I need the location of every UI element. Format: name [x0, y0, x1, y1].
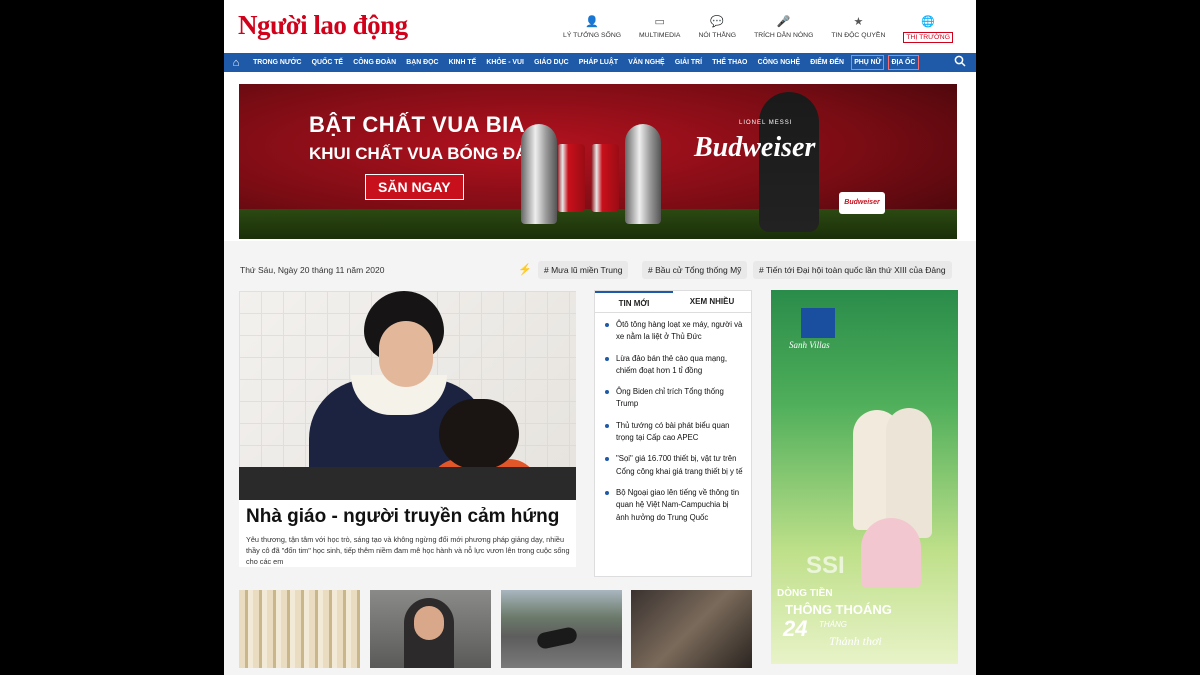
ad-logo-text: Sanh Villas — [789, 340, 830, 350]
ad-slogan: Thảnh thơi — [829, 634, 882, 648]
star-icon: ★ — [853, 16, 864, 28]
banner-subheadline: KHUI CHẤT VUA BÓNG ĐÁ — [309, 144, 528, 163]
can-image — [591, 144, 619, 212]
nav-trong-nuoc[interactable]: TRONG NƯỚC — [248, 53, 307, 72]
lead-title[interactable]: Nhà giáo - người truyền cảm hứng — [246, 506, 559, 528]
trending-tag[interactable]: # Tiến tới Đại hội toàn quốc lần thứ XII… — [753, 261, 952, 279]
trending-tag[interactable]: # Mưa lũ miền Trung — [538, 261, 629, 279]
banner-cta-button[interactable]: SĂN NGAY — [365, 174, 464, 200]
news-item[interactable]: Thủ tướng có bài phát biểu quan trọng tạ… — [605, 420, 743, 445]
nav-phap-luat[interactable]: PHÁP LUẬT — [574, 53, 624, 72]
story-thumbnail[interactable] — [501, 590, 622, 668]
search-icon[interactable] — [954, 55, 966, 70]
home-icon[interactable]: ⌂ — [224, 53, 248, 72]
nav-quoc-te[interactable]: QUỐC TẾ — [307, 53, 349, 72]
thumb-motorbike — [535, 626, 579, 650]
ad-slogan: THÔNG THOÁNG — [785, 602, 892, 617]
nav-dia-oc[interactable]: ĐỊA ỐC — [886, 53, 920, 72]
nav-kinh-te[interactable]: KINH TẾ — [444, 53, 482, 72]
trophy-image — [625, 124, 661, 224]
toplink-trich-dan-nong[interactable]: 🎤 TRÍCH DẪN NÓNG — [745, 14, 822, 43]
nav-giao-duc[interactable]: GIÁO DỤC — [529, 53, 574, 72]
banner-brand: Budweiser — [694, 132, 816, 163]
top-links: 👤 LÝ TƯỞNG SỐNG ▭ MULTIMEDIA 💬 NÓI THẲNG… — [554, 14, 962, 43]
toplink-label: TIN ĐỘC QUYỀN — [831, 32, 886, 39]
toplink-noi-thang[interactable]: 💬 NÓI THẲNG — [689, 14, 745, 43]
ad-watermark: SSI — [806, 552, 845, 579]
toplink-multimedia[interactable]: ▭ MULTIMEDIA — [630, 14, 689, 43]
banner-headline: BẬT CHẤT VUA BIA — [309, 112, 526, 137]
toplink-label: LÝ TƯỞNG SỐNG — [563, 32, 622, 39]
nav-phu-nu[interactable]: PHỤ NỮ — [849, 53, 886, 72]
toplink-tin-doc-quyen[interactable]: ★ TIN ĐỘC QUYỀN — [822, 14, 894, 43]
toplink-label: MULTIMEDIA — [639, 32, 681, 39]
main-nav: ⌂ TRONG NƯỚC QUỐC TẾ CÔNG ĐOÀN BẠN ĐỌC K… — [224, 53, 976, 72]
monitor-icon: ▭ — [654, 16, 665, 28]
toplink-label: THỊ TRƯỜNG — [903, 32, 953, 43]
nav-van-nghe[interactable]: VĂN NGHỆ — [623, 53, 670, 72]
microphone-icon: 🎤 — [776, 16, 791, 28]
lead-image[interactable] — [239, 291, 576, 500]
bolt-icon: ⚡ — [518, 264, 532, 276]
news-tabs: TIN MỚI XEM NHIỀU Ôtô tông hàng loạt xe … — [594, 290, 752, 577]
story-thumbnail[interactable] — [631, 590, 752, 668]
toplink-ly-tuong-song[interactable]: 👤 LÝ TƯỞNG SỐNG — [554, 14, 630, 43]
can-image — [557, 144, 585, 212]
tab-xem-nhieu[interactable]: XEM NHIỀU — [673, 291, 751, 312]
story-thumbnail[interactable] — [239, 590, 360, 668]
tab-tin-moi[interactable]: TIN MỚI — [595, 291, 673, 312]
user-icon: 👤 — [585, 16, 599, 28]
nav-the-thao[interactable]: THỂ THAO — [707, 53, 752, 72]
banner-ad[interactable]: BẬT CHẤT VUA BIA KHUI CHẤT VUA BÓNG ĐÁ S… — [239, 84, 957, 239]
page: Người lao động 👤 LÝ TƯỞNG SỐNG ▭ MULTIME… — [224, 0, 976, 675]
ad-logo-icon — [801, 308, 835, 338]
current-date: Thứ Sáu, Ngày 20 tháng 11 năm 2020 — [240, 265, 385, 275]
nav-khoe-vui[interactable]: KHỎE - VUI — [481, 53, 529, 72]
tab-bar: TIN MỚI XEM NHIỀU — [595, 291, 751, 313]
ad-number: 24 — [783, 616, 808, 641]
lead-story[interactable]: Nhà giáo - người truyền cảm hứng Yêu thư… — [239, 291, 576, 567]
table — [239, 467, 576, 500]
nav-giai-tri[interactable]: GIẢI TRÍ — [670, 53, 707, 72]
player-name: LIONEL MESSI — [739, 120, 793, 126]
nav-cong-doan[interactable]: CÔNG ĐOÀN — [348, 53, 401, 72]
sidebar-ad[interactable]: Sanh Villas SSI DÒNG TIỀN THÔNG THOÁNG 2… — [771, 290, 958, 664]
globe-icon: 🌐 — [921, 16, 936, 28]
lead-summary: Yêu thương, tận tâm với học trò, sáng tạ… — [246, 535, 570, 566]
news-item[interactable]: Ông Biden chỉ trích Tổng thống Trump — [605, 386, 743, 411]
toplink-label: NÓI THẲNG — [698, 32, 737, 39]
news-item[interactable]: Bộ Ngoại giao lên tiếng về thông tin qua… — [605, 487, 743, 524]
ad-child — [861, 518, 921, 588]
ad-slogan: THÁNG — [819, 620, 847, 629]
nav-cong-nghe[interactable]: CÔNG NGHỆ — [753, 53, 806, 72]
news-list: Ôtô tông hàng loạt xe máy, người và xe n… — [595, 313, 751, 524]
figure-hair — [439, 399, 519, 469]
news-item[interactable]: Lừa đảo bán thẻ cào qua mạng, chiếm đoạt… — [605, 353, 743, 378]
chat-icon: 💬 — [710, 16, 725, 28]
toplink-label: TRÍCH DẪN NÓNG — [754, 32, 814, 39]
thumb-face — [414, 606, 444, 640]
toplink-thi-truong[interactable]: 🌐 THỊ TRƯỜNG — [894, 14, 962, 43]
nav-diem-den[interactable]: ĐIỂM ĐẾN — [805, 53, 849, 72]
story-thumbnail[interactable] — [370, 590, 491, 668]
news-item[interactable]: Ôtô tông hàng loạt xe máy, người và xe n… — [605, 319, 743, 344]
ad-slogan: DÒNG TIỀN — [777, 588, 833, 599]
site-logo[interactable]: Người lao động — [238, 10, 408, 41]
trophy-image — [521, 124, 557, 224]
figure-face — [379, 321, 433, 387]
header: Người lao động 👤 LÝ TƯỞNG SỐNG ▭ MULTIME… — [224, 0, 976, 53]
trending-tag[interactable]: # Bầu cử Tổng thống Mỹ — [642, 261, 748, 279]
nav-ban-doc[interactable]: BẠN ĐỌC — [401, 53, 443, 72]
news-item[interactable]: "Sọi" giá 16.700 thiết bị, vật tư trên C… — [605, 453, 743, 478]
brand-badge: Budweiser — [839, 192, 885, 214]
